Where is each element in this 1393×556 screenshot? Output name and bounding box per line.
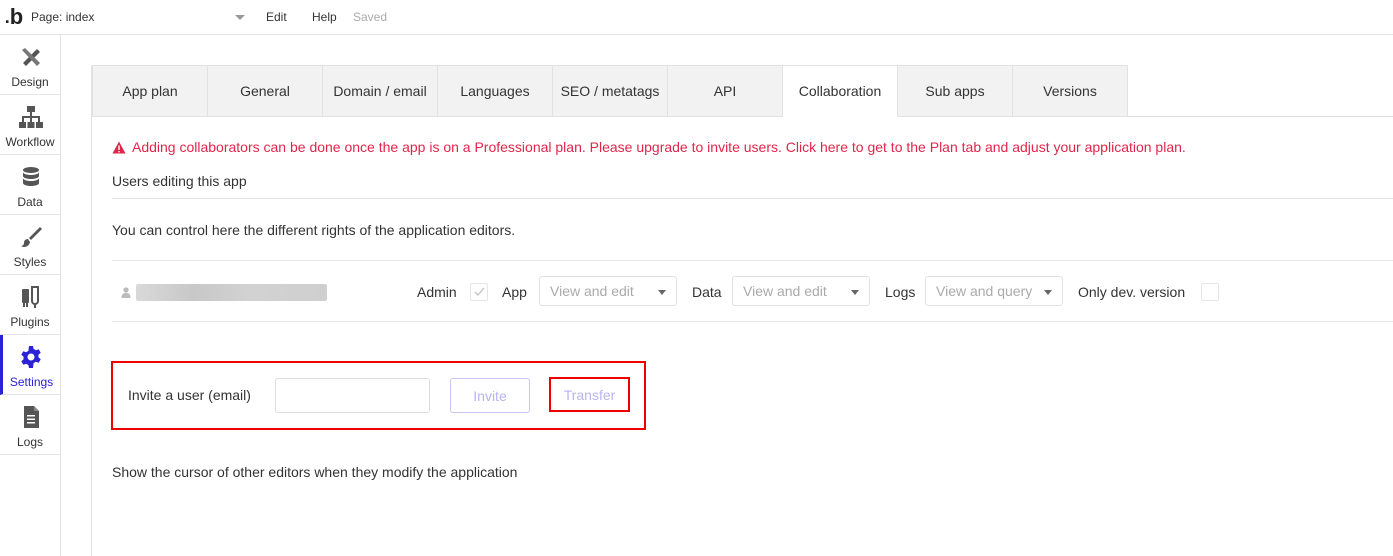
sidebar-item-label: Data [17, 195, 43, 209]
sidebar-item-label: Logs [16, 435, 44, 449]
divider [112, 198, 1393, 199]
divider [112, 260, 1393, 261]
app-rights-dropdown[interactable]: View and edit [539, 276, 677, 306]
checkmark-icon [474, 287, 485, 297]
tab-domain-email[interactable]: Domain / email [323, 65, 438, 117]
page-selector-label: Page: index [31, 10, 95, 24]
tab-general[interactable]: General [208, 65, 323, 117]
data-rights-dropdown[interactable]: View and edit [732, 276, 870, 306]
database-icon [23, 167, 39, 186]
app-rights-value: View and edit [550, 283, 634, 299]
admin-checkbox[interactable] [470, 283, 488, 301]
only-dev-label: Only dev. version [1078, 284, 1186, 300]
menu-edit[interactable]: Edit [266, 10, 287, 24]
sidebar-item-label: Plugins [10, 315, 50, 329]
data-rights-value: View and edit [743, 283, 827, 299]
logs-rights-value: View and query [936, 283, 1033, 299]
top-bar: .b Page: index Edit Help Saved [0, 0, 1393, 35]
upgrade-warning[interactable]: Adding collaborators can be done once th… [112, 139, 1186, 155]
logs-rights-dropdown[interactable]: View and query [925, 276, 1063, 306]
warning-text: Adding collaborators can be done once th… [132, 139, 1186, 155]
design-icon [22, 48, 40, 66]
sidebar-item-workflow[interactable]: Workflow [0, 95, 60, 155]
menu-help[interactable]: Help [312, 10, 337, 24]
document-icon [24, 406, 39, 428]
settings-tabs: App plan General Domain / email Language… [92, 65, 1393, 117]
admin-label: Admin [417, 284, 457, 300]
tab-collaboration[interactable]: Collaboration [783, 65, 898, 117]
chevron-down-icon [1044, 290, 1052, 295]
user-icon [121, 287, 131, 298]
logs-rights-label: Logs [885, 284, 916, 300]
sidebar-item-label: Styles [13, 255, 47, 269]
save-status: Saved [353, 10, 388, 24]
divider [112, 321, 1393, 322]
invite-email-input[interactable] [275, 378, 430, 413]
invite-label: Invite a user (email) [128, 387, 251, 403]
tab-app-plan[interactable]: App plan [92, 65, 208, 117]
sidebar-item-label: Design [11, 75, 49, 89]
workflow-icon [19, 106, 43, 128]
sidebar-item-plugins[interactable]: Plugins [0, 275, 60, 335]
data-rights-label: Data [692, 284, 722, 300]
transfer-button[interactable]: Transfer [549, 377, 630, 412]
tab-sub-apps[interactable]: Sub apps [898, 65, 1013, 117]
tab-seo-metatags[interactable]: SEO / metatags [553, 65, 668, 117]
rights-description: You can control here the different right… [112, 222, 516, 238]
app-rights-label: App [502, 284, 527, 300]
chevron-down-icon [851, 290, 859, 295]
sidebar: Design Workflow Data Styles Plugins Sett… [0, 35, 61, 556]
sidebar-item-logs[interactable]: Logs [0, 395, 60, 455]
user-email-redacted [136, 284, 327, 301]
sidebar-item-settings[interactable]: Settings [0, 335, 60, 395]
show-cursor-option[interactable]: Show the cursor of other editors when th… [112, 464, 517, 480]
sidebar-item-label: Settings [9, 375, 54, 389]
sidebar-item-design[interactable]: Design [0, 35, 60, 95]
tab-api[interactable]: API [668, 65, 783, 117]
gear-icon [21, 346, 41, 368]
sidebar-item-label: Workflow [5, 135, 55, 149]
only-dev-checkbox[interactable] [1201, 283, 1219, 301]
bubble-logo[interactable]: .b [2, 0, 26, 35]
chevron-down-icon [235, 15, 245, 20]
page-selector[interactable]: Page: index [27, 5, 251, 29]
tab-versions[interactable]: Versions [1013, 65, 1128, 117]
warning-icon [112, 141, 126, 153]
brush-icon [21, 227, 42, 247]
sidebar-item-data[interactable]: Data [0, 155, 60, 215]
sidebar-item-styles[interactable]: Styles [0, 215, 60, 275]
tab-languages[interactable]: Languages [438, 65, 553, 117]
invite-button[interactable]: Invite [450, 378, 530, 413]
chevron-down-icon [658, 290, 666, 295]
users-editing-heading: Users editing this app [112, 173, 247, 189]
plug-icon [22, 286, 39, 308]
